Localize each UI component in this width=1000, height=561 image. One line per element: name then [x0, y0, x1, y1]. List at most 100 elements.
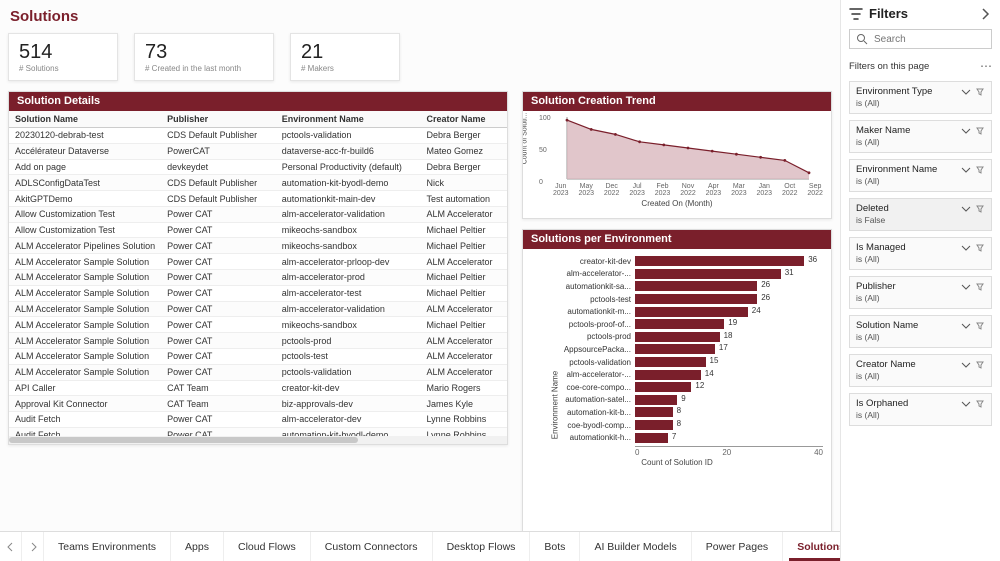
- collapse-filters-icon[interactable]: [978, 7, 992, 21]
- table-row[interactable]: Accélérateur DataversePowerCATdataverse-…: [9, 143, 507, 159]
- table-horizontal-scrollbar[interactable]: [9, 436, 507, 444]
- chevron-down-icon: [961, 204, 971, 214]
- kpi-row: 514 # Solutions 73 # Created in the last mo…: [8, 33, 832, 81]
- table-row[interactable]: Audit FetchPower CATalm-accelerator-devL…: [9, 412, 507, 428]
- table-row[interactable]: Add on pagedevkeydetPersonal Productivit…: [9, 159, 507, 175]
- solutions-per-env-panel: Solutions per Environment Environment Na…: [522, 229, 832, 561]
- table-row[interactable]: ALM Accelerator Sample SolutionPower CAT…: [9, 348, 507, 364]
- table-row[interactable]: ALM Accelerator Sample SolutionPower CAT…: [9, 364, 507, 380]
- solution-details-title: Solution Details: [9, 92, 507, 111]
- clear-filter-icon[interactable]: [975, 399, 985, 409]
- bar-row: pctools-proof-of...19: [545, 318, 823, 331]
- clear-filter-icon[interactable]: [975, 282, 985, 292]
- trend-title: Solution Creation Trend: [523, 92, 831, 111]
- table-row[interactable]: Approval Kit ConnectorCAT Teambiz-approv…: [9, 396, 507, 412]
- tab[interactable]: Apps: [171, 532, 224, 561]
- filter-card[interactable]: Maker Name is (All): [849, 120, 992, 153]
- clear-filter-icon[interactable]: [975, 87, 985, 97]
- table-row[interactable]: ALM Accelerator Sample SolutionPower CAT…: [9, 285, 507, 301]
- tabs-next[interactable]: [22, 532, 44, 561]
- filters-search-input[interactable]: [874, 34, 985, 45]
- filters-pane: Filters Filters on this page ⋯ Environme…: [840, 0, 1000, 561]
- kpi-label: # Solutions: [19, 64, 107, 73]
- kpi-card: 514 # Solutions: [8, 33, 118, 81]
- table-row[interactable]: 20230120-debrab-testCDS Default Publishe…: [9, 128, 507, 144]
- filters-title: Filters: [869, 6, 908, 21]
- filter-card[interactable]: Is Orphaned is (All): [849, 393, 992, 426]
- solution-details-panel: Solution Details Solution Name Publisher…: [8, 91, 508, 445]
- bar-row: automation-kit-b...8: [545, 406, 823, 419]
- trend-x-ticks: Jun2023May2023Dec2022Jul2023Feb2023Nov20…: [523, 183, 831, 197]
- tab[interactable]: Solutions: [783, 532, 840, 561]
- bar-row: alm-accelerator-...14: [545, 368, 823, 381]
- filter-card[interactable]: Is Managed is (All): [849, 237, 992, 270]
- filters-more-icon[interactable]: ⋯: [980, 59, 992, 73]
- bar-row: pctools-test26: [545, 293, 823, 306]
- filter-card[interactable]: Solution Name is (All): [849, 315, 992, 348]
- bar-row: pctools-prod18: [545, 331, 823, 344]
- table-row[interactable]: ALM Accelerator Sample SolutionPower CAT…: [9, 254, 507, 270]
- chevron-down-icon: [961, 87, 971, 97]
- clear-filter-icon[interactable]: [975, 321, 985, 331]
- table-row[interactable]: Allow Customization TestPower CATalm-acc…: [9, 206, 507, 222]
- clear-filter-icon[interactable]: [975, 360, 985, 370]
- filter-card[interactable]: Publisher is (All): [849, 276, 992, 309]
- col-environment[interactable]: Environment Name: [276, 111, 421, 128]
- trend-y-axis-title: Count of Soluti...: [523, 112, 529, 164]
- table-row[interactable]: API CallerCAT Teamcreator-kit-devMario R…: [9, 380, 507, 396]
- bar-row: automationkit-h...7: [545, 431, 823, 444]
- tabs-prev[interactable]: [0, 532, 22, 561]
- chevron-down-icon: [961, 399, 971, 409]
- filters-search[interactable]: [849, 29, 992, 49]
- filter-card[interactable]: Environment Type is (All): [849, 81, 992, 114]
- table-row[interactable]: ALM Accelerator Pipelines SolutionPower …: [9, 238, 507, 254]
- bar-row: alm-accelerator-...31: [545, 268, 823, 281]
- filters-subheading: Filters on this page: [849, 61, 929, 72]
- chevron-down-icon: [961, 360, 971, 370]
- chevron-left-icon: [7, 543, 15, 551]
- table-row[interactable]: ALM Accelerator Sample SolutionPower CAT…: [9, 317, 507, 333]
- chevron-down-icon: [961, 126, 971, 136]
- bar-row: pctools-validation15: [545, 356, 823, 369]
- chevron-right-icon: [29, 543, 37, 551]
- solution-details-table[interactable]: Solution Name Publisher Environment Name…: [9, 111, 507, 444]
- trend-chart: [523, 111, 831, 183]
- tab[interactable]: Bots: [530, 532, 580, 561]
- bar-row: creator-kit-dev36: [545, 255, 823, 268]
- tab[interactable]: Desktop Flows: [433, 532, 531, 561]
- tab[interactable]: Custom Connectors: [311, 532, 433, 561]
- col-solution-name[interactable]: Solution Name: [9, 111, 161, 128]
- bar-row: automationkit-sa...26: [545, 280, 823, 293]
- col-creator[interactable]: Creator Name: [421, 111, 507, 128]
- table-row[interactable]: ALM Accelerator Sample SolutionPower CAT…: [9, 301, 507, 317]
- table-row[interactable]: AkitGPTDemoCDS Default Publisherautomati…: [9, 191, 507, 207]
- clear-filter-icon[interactable]: [975, 165, 985, 175]
- search-icon: [856, 33, 868, 45]
- env-bar-x-title: Count of Solution ID: [531, 458, 823, 467]
- filter-card[interactable]: Environment Name is (All): [849, 159, 992, 192]
- kpi-value: 73: [145, 42, 263, 62]
- table-row[interactable]: ALM Accelerator Sample SolutionPower CAT…: [9, 270, 507, 286]
- table-row[interactable]: Allow Customization TestPower CATmikeoch…: [9, 222, 507, 238]
- table-row[interactable]: ADLSConfigDataTestCDS Default Publishera…: [9, 175, 507, 191]
- tab[interactable]: Power Pages: [692, 532, 783, 561]
- kpi-value: 514: [19, 42, 107, 62]
- bar-row: coe-byodl-comp...8: [545, 419, 823, 432]
- clear-filter-icon[interactable]: [975, 243, 985, 253]
- filter-card[interactable]: Deleted is False: [849, 198, 992, 231]
- kpi-label: # Created in the last month: [145, 64, 263, 73]
- clear-filter-icon[interactable]: [975, 204, 985, 214]
- chevron-down-icon: [961, 321, 971, 331]
- tab[interactable]: Cloud Flows: [224, 532, 311, 561]
- bar-row: coe-core-compo...12: [545, 381, 823, 394]
- filter-card[interactable]: Creator Name is (All): [849, 354, 992, 387]
- clear-filter-icon[interactable]: [975, 126, 985, 136]
- kpi-label: # Makers: [301, 64, 389, 73]
- table-row[interactable]: ALM Accelerator Sample SolutionPower CAT…: [9, 333, 507, 349]
- tab[interactable]: Teams Environments: [44, 532, 171, 561]
- bar-row: automation-satel...9: [545, 394, 823, 407]
- tab[interactable]: AI Builder Models: [580, 532, 691, 561]
- trend-panel: Solution Creation Trend Count of Soluti.…: [522, 91, 832, 219]
- kpi-card: 73 # Created in the last month: [134, 33, 274, 81]
- col-publisher[interactable]: Publisher: [161, 111, 276, 128]
